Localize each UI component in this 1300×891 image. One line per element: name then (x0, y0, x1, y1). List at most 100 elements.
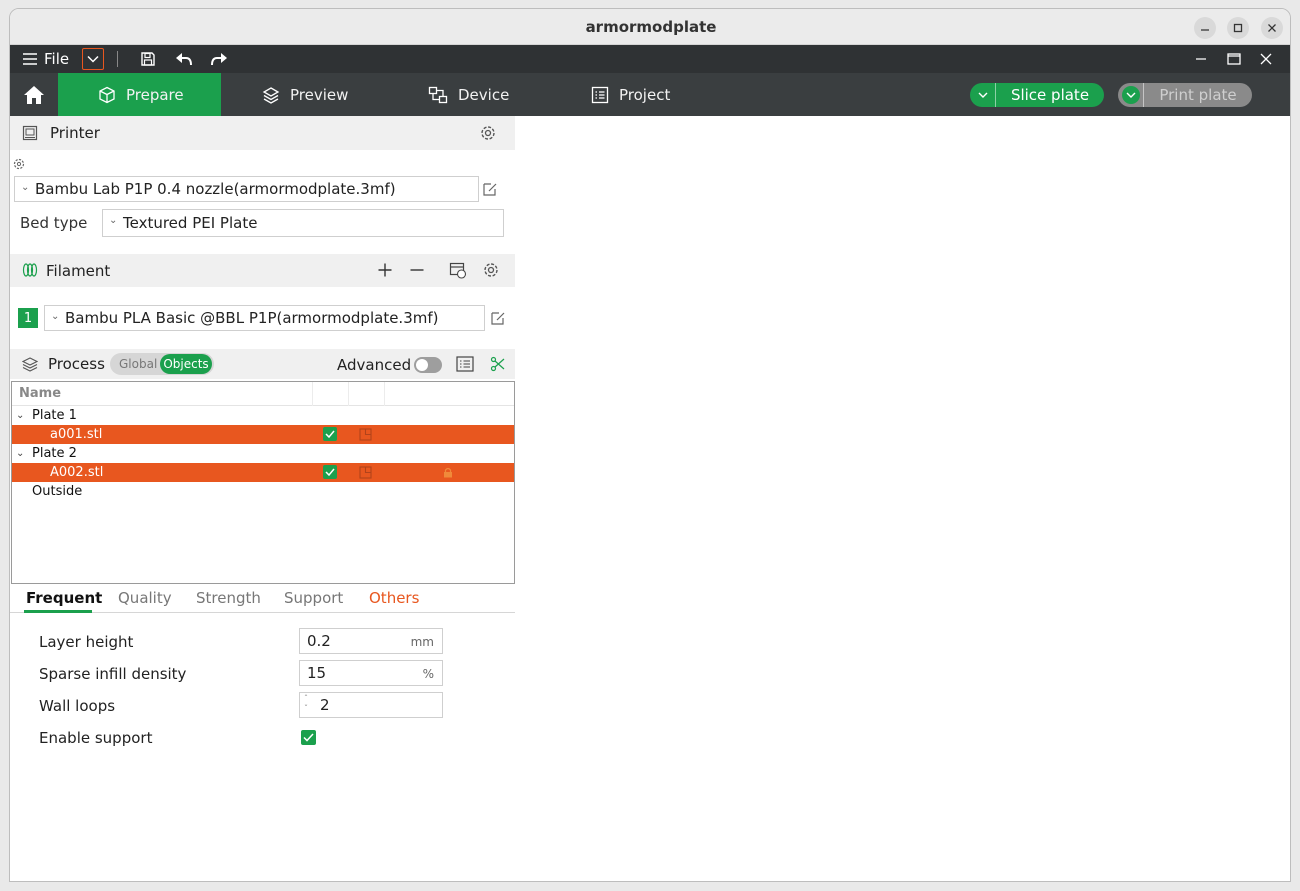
plate-canvas[interactable] (515, 116, 1290, 881)
app-minimize-button[interactable] (1190, 45, 1212, 73)
object-1-settings-icon[interactable] (359, 428, 372, 441)
plate-settings-icon (359, 428, 372, 441)
scope-global-option[interactable]: Global (119, 357, 157, 371)
plate-1-label: Plate 1 (32, 408, 77, 423)
printer-settings-button[interactable] (479, 124, 497, 142)
infill-density-value: 15 (307, 664, 327, 682)
app-maximize-button[interactable] (1223, 45, 1245, 73)
tab-preview[interactable]: Preview (222, 73, 372, 116)
save-icon (141, 52, 155, 66)
plate-settings-icon (359, 466, 372, 479)
device-icon (428, 86, 448, 103)
object-row-selected[interactable]: a001.stl (12, 425, 514, 444)
save-button[interactable] (137, 45, 159, 73)
home-icon (24, 85, 44, 104)
maximize-icon (1233, 23, 1243, 33)
filament-icon (22, 262, 38, 278)
layer-height-input[interactable]: 0.2 mm (299, 628, 443, 654)
scope-objects-option[interactable]: Objects (160, 354, 212, 374)
settings-tabs: Frequent Quality Strength Support Others (10, 582, 515, 613)
enable-support-checkbox[interactable] (301, 730, 316, 745)
checkmark-icon (303, 733, 314, 742)
filament-section-header: Filament (10, 254, 515, 287)
quick-menu-dropdown[interactable] (82, 48, 104, 70)
app-close-button[interactable] (1255, 45, 1277, 73)
chevron-down-icon (1126, 92, 1135, 98)
slice-plate-label: Slice plate (1010, 86, 1090, 104)
tab-frequent[interactable]: Frequent (26, 589, 102, 607)
process-scope-toggle[interactable]: Global Objects (110, 353, 214, 375)
menu-separator (117, 51, 118, 67)
filament-settings-button[interactable] (482, 261, 500, 279)
printer-icon (22, 125, 38, 141)
edit-filament-button[interactable] (490, 310, 506, 326)
infill-density-input[interactable]: 15 % (299, 660, 443, 686)
minimize-icon (1201, 29, 1209, 31)
redo-button[interactable] (208, 45, 230, 73)
plate-row[interactable]: ⌄ Plate 1 (12, 406, 514, 425)
maximize-icon (1227, 53, 1241, 65)
checkmark-icon (325, 468, 335, 476)
slice-plate-button[interactable]: Slice plate (970, 83, 1104, 107)
active-tab-indicator (24, 610, 92, 613)
infill-density-label: Sparse infill density (39, 665, 187, 683)
remove-filament-button[interactable] (409, 262, 425, 278)
add-filament-button[interactable] (377, 262, 393, 278)
object-row-selected[interactable]: A002.stl (12, 463, 514, 482)
minimize-window-button[interactable] (1194, 17, 1216, 39)
filament-preset-select[interactable]: ⌄ Bambu PLA Basic @BBL P1P(armormodplate… (44, 305, 485, 331)
print-options-dropdown[interactable] (1118, 83, 1144, 107)
object-list-header: Name (12, 382, 514, 406)
settings-sidebar: Printer ⌄ Bambu Lab P1P 0.4 nozzle(armor… (10, 116, 515, 881)
print-plate-button[interactable]: Print plate (1118, 83, 1252, 107)
tab-others[interactable]: Others (369, 589, 419, 607)
tab-device[interactable]: Device (388, 73, 538, 116)
object-2-printable-checkbox[interactable] (323, 465, 337, 479)
tab-prepare[interactable]: Prepare (58, 73, 221, 116)
layer-height-unit: mm (410, 635, 434, 649)
tab-project-label: Project (619, 85, 671, 104)
object-2-lock-icon[interactable] (443, 467, 453, 478)
wall-loops-stepper[interactable]: ˆˇ 2 (299, 692, 443, 718)
column-divider (384, 382, 385, 406)
tab-quality[interactable]: Quality (118, 589, 172, 607)
process-compare-button[interactable] (490, 356, 506, 372)
edit-printer-button[interactable] (482, 181, 498, 197)
tab-strength[interactable]: Strength (196, 589, 261, 607)
filament-slot-badge[interactable]: 1 (18, 308, 38, 328)
file-menu-label: File (44, 50, 70, 68)
advanced-label: Advanced (337, 356, 412, 374)
chevron-down-icon: ⌄ (51, 311, 60, 322)
advanced-switch[interactable] (414, 357, 442, 373)
tab-support[interactable]: Support (284, 589, 343, 607)
close-icon (1268, 24, 1276, 32)
tab-prepare-label: Prepare (126, 85, 184, 104)
window-titlebar: armormodplate (10, 9, 1290, 45)
close-window-button[interactable] (1261, 17, 1283, 39)
slice-options-dropdown[interactable] (970, 83, 996, 107)
stepper-arrows-icon[interactable]: ˆˇ (304, 694, 308, 714)
gear-icon (484, 263, 498, 277)
process-list-button[interactable] (456, 356, 474, 372)
edit-icon (483, 183, 497, 196)
name-column-header[interactable]: Name (19, 386, 61, 401)
plate-row[interactable]: ⌄ Plate 2 (12, 444, 514, 463)
process-section-title: Process (48, 355, 105, 373)
bed-type-select[interactable]: ⌄ Textured PEI Plate (102, 209, 504, 237)
tab-project[interactable]: Project (551, 73, 701, 116)
undo-button[interactable] (173, 45, 195, 73)
file-menu[interactable]: File (22, 45, 69, 73)
printer-preset-select[interactable]: ⌄ Bambu Lab P1P 0.4 nozzle(armormodplate… (14, 176, 479, 202)
print-plate-label: Print plate (1159, 86, 1237, 104)
maximize-window-button[interactable] (1227, 17, 1249, 39)
sync-ams-button[interactable] (449, 261, 467, 279)
outside-row[interactable]: Outside (12, 482, 514, 501)
chevron-down-icon: ⌄ (21, 182, 30, 193)
chevron-down-icon[interactable]: ⌄ (16, 410, 24, 421)
printer-connection-icon[interactable] (12, 157, 26, 171)
object-2-settings-icon[interactable] (359, 466, 372, 479)
home-button[interactable] (10, 73, 58, 116)
chevron-down-icon[interactable]: ⌄ (16, 448, 24, 459)
object-1-printable-checkbox[interactable] (323, 427, 337, 441)
list-icon (456, 356, 474, 372)
